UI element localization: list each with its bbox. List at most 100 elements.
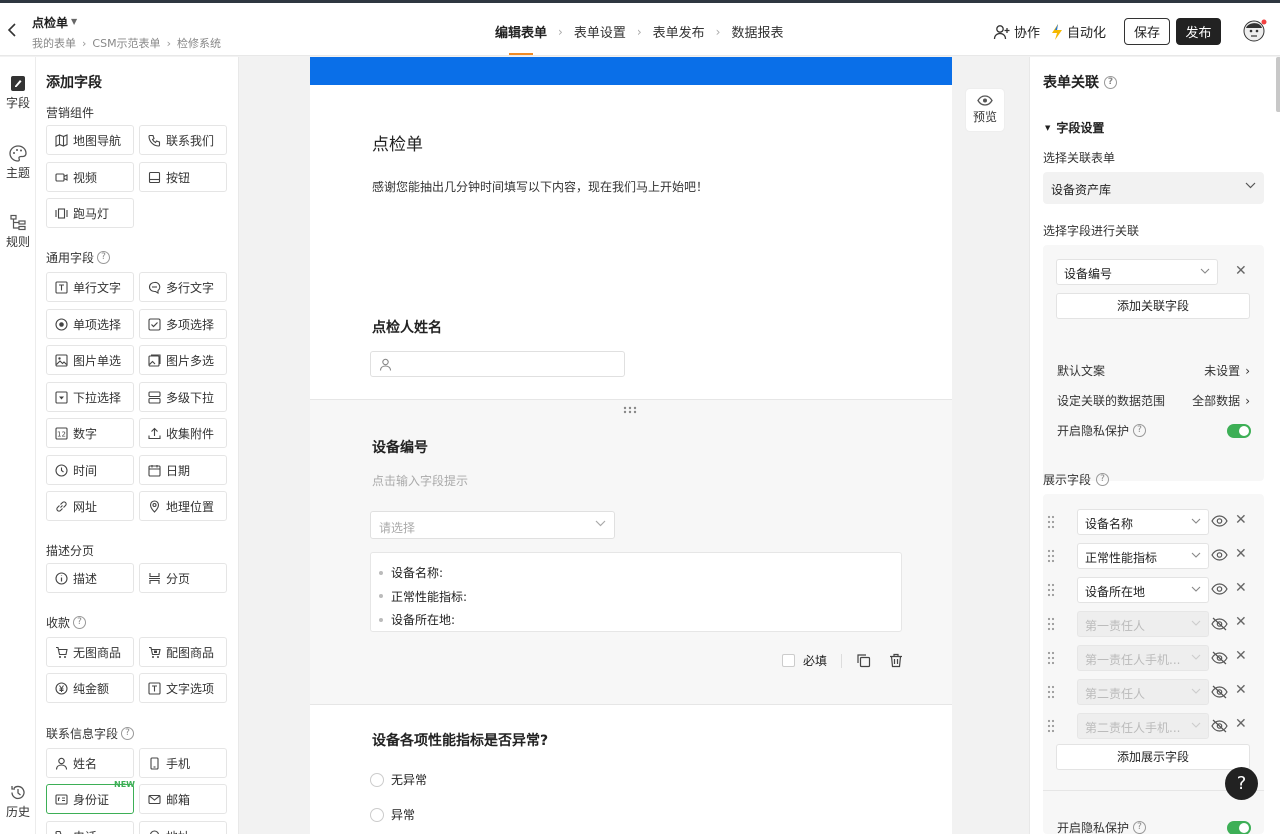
eye-icon[interactable] bbox=[1211, 549, 1228, 561]
field-image-multi[interactable]: 图片多选 bbox=[139, 345, 227, 375]
eye-off-icon[interactable] bbox=[1211, 617, 1228, 631]
selected-question-block[interactable]: 设备编号 点击输入字段提示 请选择 设备名称: 正常性能指标: 设备所在地: 必… bbox=[310, 399, 952, 705]
drag-handle-icon[interactable] bbox=[623, 406, 637, 414]
field-url[interactable]: 网址 bbox=[46, 491, 134, 521]
field-date[interactable]: 日期 bbox=[139, 455, 227, 485]
avatar[interactable] bbox=[1243, 18, 1267, 44]
default-text-row[interactable]: 默认文案 未设置 › bbox=[1057, 362, 1250, 379]
field-single-text[interactable]: 单行文字 bbox=[46, 272, 134, 302]
close-icon[interactable]: ✕ bbox=[1235, 716, 1247, 732]
device-select[interactable]: 请选择 bbox=[370, 511, 615, 539]
breadcrumb-item[interactable]: CSM示范表单 bbox=[92, 35, 160, 51]
display-field-select[interactable]: 设备所在地 bbox=[1077, 577, 1209, 603]
field-upload[interactable]: 收集附件 bbox=[139, 418, 227, 448]
privacy-toggle[interactable] bbox=[1227, 424, 1251, 438]
field-id-card[interactable]: 身份证 NEW bbox=[46, 780, 135, 814]
rail-fields[interactable]: 字段 bbox=[0, 75, 36, 111]
eye-off-icon[interactable] bbox=[1211, 719, 1228, 733]
privacy-toggle-2[interactable] bbox=[1227, 821, 1251, 834]
step-data-report[interactable]: 数据报表 bbox=[731, 22, 783, 41]
trash-icon[interactable] bbox=[889, 653, 903, 668]
drag-handle-icon[interactable] bbox=[1047, 515, 1055, 529]
back-icon[interactable] bbox=[4, 21, 22, 39]
field-button[interactable]: 按钮 bbox=[139, 162, 227, 192]
copy-icon[interactable] bbox=[856, 653, 871, 668]
field-single-choice[interactable]: 单项选择 bbox=[46, 309, 134, 339]
drag-handle-icon[interactable] bbox=[1047, 549, 1055, 563]
help-button[interactable]: ? bbox=[1225, 767, 1258, 800]
eye-off-icon[interactable] bbox=[1211, 685, 1228, 699]
field-page-break[interactable]: 分页 bbox=[139, 563, 227, 593]
help-icon[interactable]: ? bbox=[1133, 821, 1147, 834]
field-number[interactable]: 12 数字 bbox=[46, 418, 134, 448]
field-name[interactable]: 姓名 bbox=[46, 748, 134, 778]
radio-button[interactable] bbox=[370, 807, 384, 822]
field-dropdown[interactable]: 下拉选择 bbox=[46, 382, 134, 412]
rail-rules[interactable]: 规则 bbox=[0, 214, 36, 250]
field-location[interactable]: 地理位置 bbox=[139, 491, 227, 521]
field-video[interactable]: 视频 bbox=[46, 162, 134, 192]
linked-form-select[interactable]: 设备资产库 bbox=[1043, 172, 1264, 204]
field-product-image[interactable]: 配图商品 bbox=[139, 637, 227, 667]
radio-button[interactable] bbox=[370, 772, 384, 787]
form-title[interactable]: 点检单 bbox=[372, 130, 423, 155]
add-link-field-button[interactable]: 添加关联字段 bbox=[1056, 293, 1250, 319]
display-field-select[interactable]: 设备名称 bbox=[1077, 509, 1209, 535]
step-form-settings[interactable]: 表单设置 bbox=[574, 22, 626, 41]
help-icon[interactable]: ? bbox=[121, 727, 135, 740]
close-icon[interactable]: ✕ bbox=[1235, 512, 1247, 528]
field-email[interactable]: 邮箱 bbox=[139, 784, 227, 814]
form-name[interactable]: 点检单 bbox=[32, 14, 68, 31]
question-title[interactable]: 设备编号 bbox=[372, 437, 428, 457]
close-icon[interactable]: ✕ bbox=[1235, 546, 1247, 562]
eye-off-icon[interactable] bbox=[1211, 651, 1228, 665]
drag-handle-icon[interactable] bbox=[1047, 617, 1055, 631]
field-multi-choice[interactable]: 多项选择 bbox=[139, 309, 227, 339]
field-text-option[interactable]: 文字选项 bbox=[139, 673, 227, 703]
drag-handle-icon[interactable] bbox=[1047, 583, 1055, 597]
field-time[interactable]: 时间 bbox=[46, 455, 134, 485]
field-marquee[interactable]: 跑马灯 bbox=[46, 198, 134, 228]
field-contact-us[interactable]: 联系我们 bbox=[139, 125, 227, 155]
publish-button[interactable]: 发布 bbox=[1176, 18, 1221, 45]
help-icon[interactable]: ? bbox=[1133, 424, 1147, 437]
field-amount[interactable]: 纯金额 bbox=[46, 673, 134, 703]
question-title[interactable]: 点检人姓名 bbox=[372, 317, 442, 337]
name-input[interactable] bbox=[370, 351, 625, 377]
close-icon[interactable]: ✕ bbox=[1235, 263, 1247, 279]
add-display-field-button[interactable]: 添加展示字段 bbox=[1056, 744, 1250, 770]
collab-button[interactable]: 协作 bbox=[993, 22, 1040, 41]
help-icon[interactable]: ? bbox=[1096, 473, 1110, 486]
rail-history[interactable]: 历史 bbox=[0, 784, 36, 820]
step-edit-form[interactable]: 编辑表单 bbox=[495, 22, 547, 55]
eye-icon[interactable] bbox=[1211, 583, 1228, 595]
close-icon[interactable]: ✕ bbox=[1235, 682, 1247, 698]
close-icon[interactable]: ✕ bbox=[1235, 648, 1247, 664]
help-icon[interactable]: ? bbox=[97, 251, 111, 264]
help-icon[interactable]: ? bbox=[73, 616, 87, 629]
save-button[interactable]: 保存 bbox=[1124, 18, 1170, 45]
form-banner[interactable] bbox=[310, 57, 952, 85]
field-cascade-dropdown[interactable]: 多级下拉 bbox=[139, 382, 227, 412]
drag-handle-icon[interactable] bbox=[1047, 719, 1055, 733]
radio-option[interactable]: 异常 bbox=[370, 806, 415, 823]
question-title[interactable]: 设备各项性能指标是否异常? bbox=[372, 730, 548, 750]
eye-icon[interactable] bbox=[1211, 515, 1228, 527]
help-icon[interactable]: ? bbox=[1104, 75, 1117, 89]
link-field-select[interactable]: 设备编号 bbox=[1056, 259, 1218, 285]
field-multi-text[interactable]: 多行文字 bbox=[139, 272, 227, 302]
scrollbar[interactable] bbox=[1276, 57, 1280, 112]
drag-handle-icon[interactable] bbox=[1047, 685, 1055, 699]
form-description[interactable]: 感谢您能抽出几分钟时间填写以下内容，现在我们马上开始吧！ bbox=[372, 178, 708, 195]
data-range-row[interactable]: 设定关联的数据范围 全部数据 › bbox=[1057, 392, 1250, 409]
automation-button[interactable]: 自动化 bbox=[1050, 22, 1106, 41]
caret-down-icon[interactable]: ▼ bbox=[71, 17, 77, 26]
step-form-publish[interactable]: 表单发布 bbox=[653, 22, 705, 41]
field-description[interactable]: 描述 bbox=[46, 563, 134, 593]
field-settings-toggle[interactable]: ▼ 字段设置 bbox=[1045, 119, 1104, 136]
field-address[interactable]: 地址 bbox=[139, 821, 227, 834]
field-mobile[interactable]: 手机 bbox=[139, 748, 227, 778]
required-checkbox[interactable] bbox=[782, 654, 795, 667]
preview-button[interactable]: 预览 bbox=[966, 89, 1004, 131]
field-map-nav[interactable]: 地图导航 bbox=[46, 125, 134, 155]
